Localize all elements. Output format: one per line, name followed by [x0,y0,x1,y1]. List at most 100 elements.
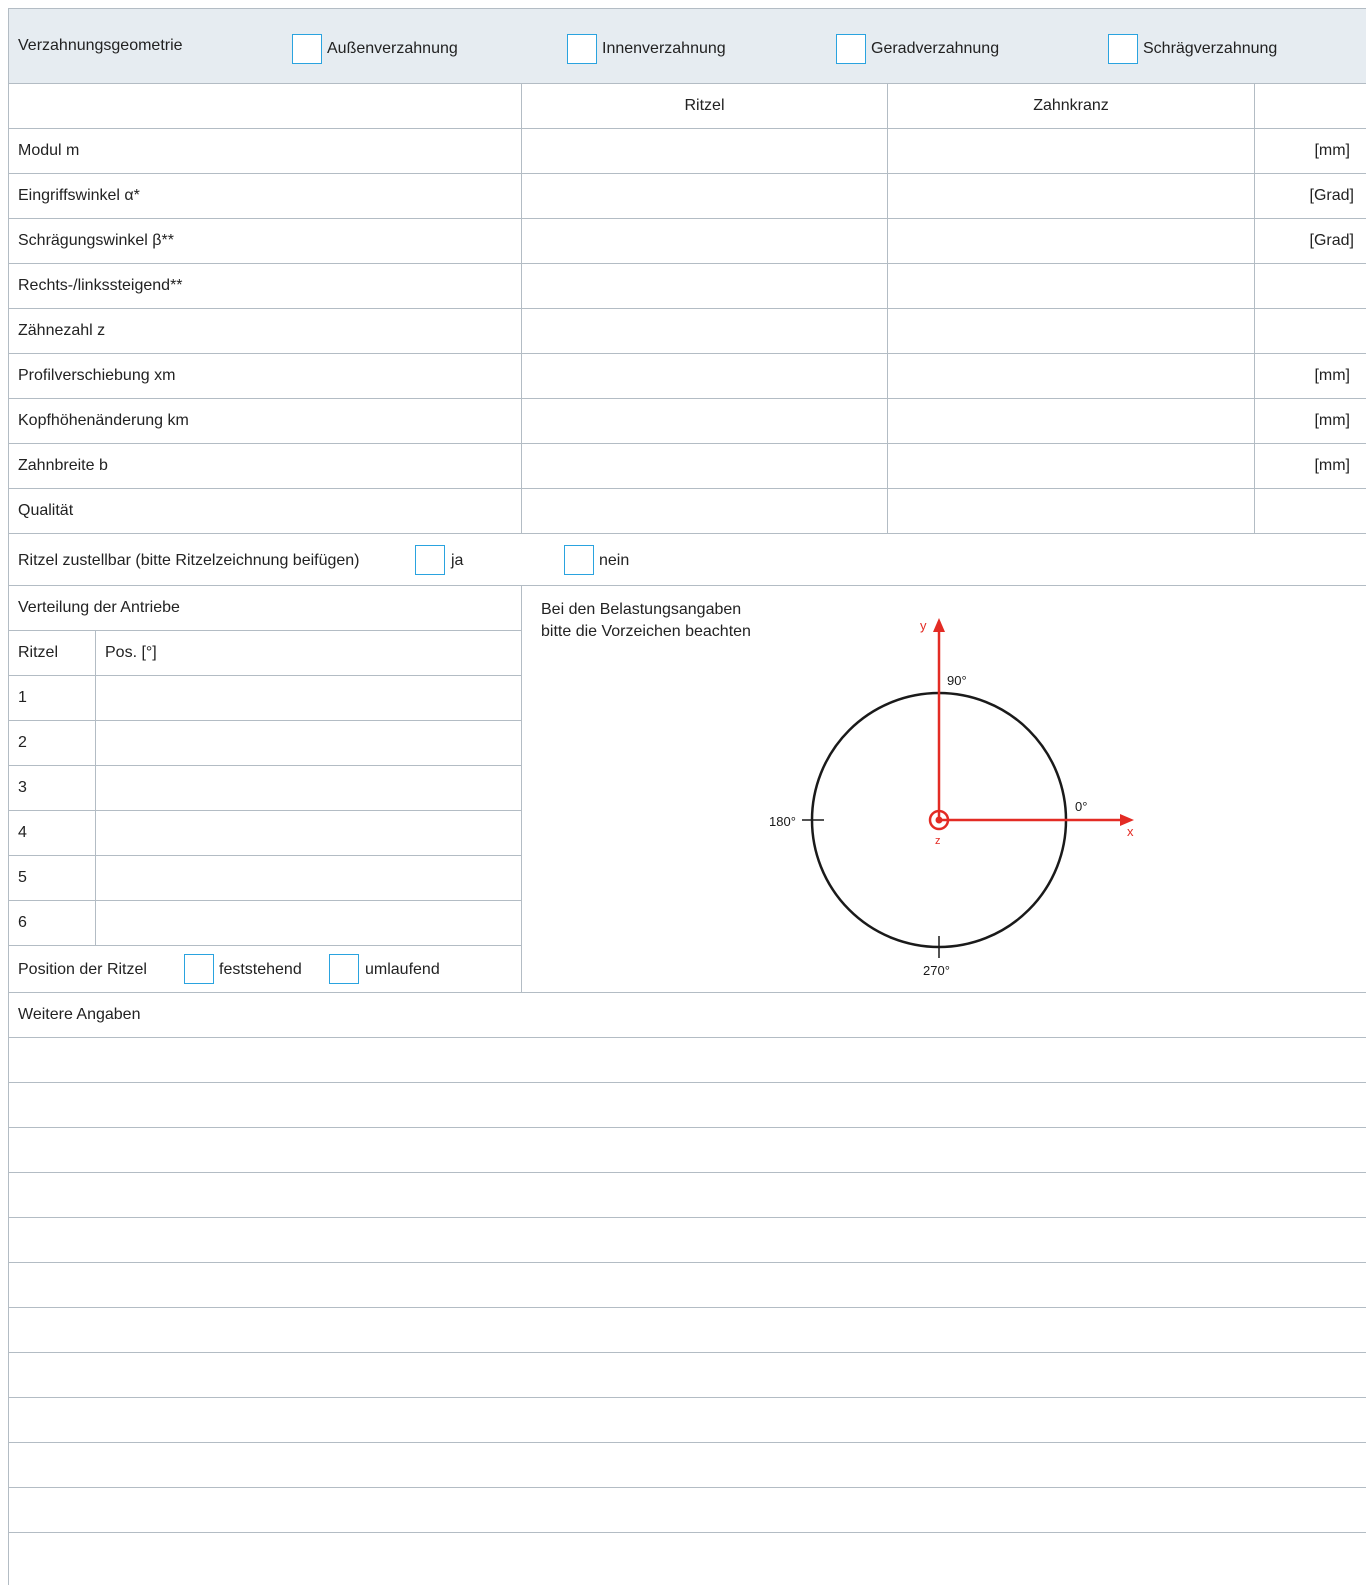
param-row: Rechts-/linkssteigend** [9,264,1366,309]
notes-line[interactable] [9,1488,1366,1533]
unit-label: [mm] [1254,129,1366,173]
label-innenverzahnung: Innenverzahnung [602,40,726,57]
unit-header-cell [1254,84,1366,128]
param-row: Modul m [mm] [9,129,1366,174]
notes-line[interactable] [9,1308,1366,1353]
ritzel-input-cell[interactable] [521,129,887,173]
pos-input-cell[interactable] [95,901,521,945]
unit-label: [Grad] [1254,174,1366,218]
checkbox-umlaufend[interactable] [329,954,359,984]
column-header-row: Ritzel Zahnkranz [9,84,1366,129]
ritzel-number: 2 [18,734,27,751]
zahnkranz-input-cell[interactable] [887,309,1254,353]
checkbox-geradverzahnung[interactable] [836,34,866,64]
param-label: Rechts-/linkssteigend** [18,277,183,294]
checkbox-zustellbar-nein[interactable] [564,545,594,575]
checkbox-aussenverzahnung[interactable] [292,34,322,64]
unit-label [1254,309,1366,353]
weitere-title: Weitere Angaben [18,1006,141,1023]
ritzel-number: 5 [18,869,27,886]
zahnkranz-input-cell[interactable] [887,399,1254,443]
table-row: 3 [9,766,521,811]
table-row: 4 [9,811,521,856]
param-row: Zahnbreite b [mm] [9,444,1366,489]
notes-line[interactable] [9,1083,1366,1128]
notes-line[interactable] [9,1443,1366,1488]
coordinate-diagram: y x z 90° 0° 180° 270° [769,618,1134,978]
ritzel-input-cell[interactable] [521,174,887,218]
checkbox-schraegverzahnung[interactable] [1108,34,1138,64]
pos-input-cell[interactable] [95,721,521,765]
param-row: Qualität [9,489,1366,534]
col-pos-label: Pos. [°] [95,631,521,675]
unit-label: [Grad] [1254,219,1366,263]
param-label: Kopfhöhenänderung km [18,412,189,429]
zustellbar-row: Ritzel zustellbar (bitte Ritzelzeichnung… [9,534,1366,586]
table-row: 1 [9,676,521,721]
param-label: Schrägungswinkel β** [18,232,174,249]
param-row: Schrägungswinkel β** [Grad] [9,219,1366,264]
param-row: Eingriffswinkel α* [Grad] [9,174,1366,219]
table-row: 2 [9,721,521,766]
notes-line[interactable] [9,1263,1366,1308]
checkbox-feststehend[interactable] [184,954,214,984]
verteilung-header-row: Ritzel Pos. [°] [9,631,521,676]
zahnkranz-input-cell[interactable] [887,489,1254,533]
ritzel-number: 3 [18,779,27,796]
z-axis-origin-dot [935,816,943,824]
label-umlaufend: umlaufend [365,961,440,978]
notes-line[interactable] [9,1218,1366,1263]
angle-label-270: 270° [923,963,950,978]
zahnkranz-input-cell[interactable] [887,219,1254,263]
notes-line[interactable] [9,1398,1366,1443]
notes-line[interactable] [9,1038,1366,1083]
y-axis-arrow-icon [933,618,945,632]
unit-label: [mm] [1254,354,1366,398]
ritzel-input-cell[interactable] [521,354,887,398]
zahnkranz-input-cell[interactable] [887,129,1254,173]
param-label: Profilverschiebung xm [18,367,176,384]
notes-line[interactable] [9,1353,1366,1398]
zahnkranz-input-cell[interactable] [887,174,1254,218]
unit-label [1254,489,1366,533]
ritzel-input-cell[interactable] [521,309,887,353]
position-label: Position der Ritzel [18,961,147,978]
param-label: Eingriffswinkel α* [18,187,140,204]
ritzel-input-cell[interactable] [521,219,887,263]
position-row: Position der Ritzel feststehend umlaufen… [9,946,521,993]
ritzel-input-cell[interactable] [521,444,887,488]
pos-input-cell[interactable] [95,676,521,720]
zustellbar-label: Ritzel zustellbar (bitte Ritzelzeichnung… [18,552,360,569]
zahnkranz-input-cell[interactable] [887,264,1254,308]
col-ritzel-label: Ritzel [18,644,59,661]
axis-label-y: y [920,618,927,633]
notes-line[interactable] [9,1533,1366,1578]
ritzel-input-cell[interactable] [521,264,887,308]
checkbox-innenverzahnung[interactable] [567,34,597,64]
label-aussenverzahnung: Außenverzahnung [327,40,458,57]
unit-label [1254,264,1366,308]
ritzel-input-cell[interactable] [521,399,887,443]
label-schraegverzahnung: Schrägverzahnung [1143,40,1278,57]
axis-label-z: z [935,835,941,847]
checkbox-zustellbar-ja[interactable] [415,545,445,575]
pos-input-cell[interactable] [95,811,521,855]
label-nein: nein [599,552,630,569]
ritzel-number: 4 [18,824,27,841]
label-ja: ja [451,552,464,569]
pos-input-cell[interactable] [95,856,521,900]
notes-line[interactable] [9,1128,1366,1173]
param-label: Modul m [18,142,80,159]
table-row: 6 [9,901,521,946]
param-row: Kopfhöhenänderung km [mm] [9,399,1366,444]
axis-label-x: x [1127,824,1134,839]
notes-line[interactable] [9,1173,1366,1218]
zahnkranz-input-cell[interactable] [887,444,1254,488]
ritzel-number: 1 [18,689,27,706]
angle-label-90: 90° [947,673,967,688]
section-title: Verzahnungsgeometrie [18,37,183,54]
ritzel-input-cell[interactable] [521,489,887,533]
label-geradverzahnung: Geradverzahnung [871,40,1000,57]
pos-input-cell[interactable] [95,766,521,810]
zahnkranz-input-cell[interactable] [887,354,1254,398]
